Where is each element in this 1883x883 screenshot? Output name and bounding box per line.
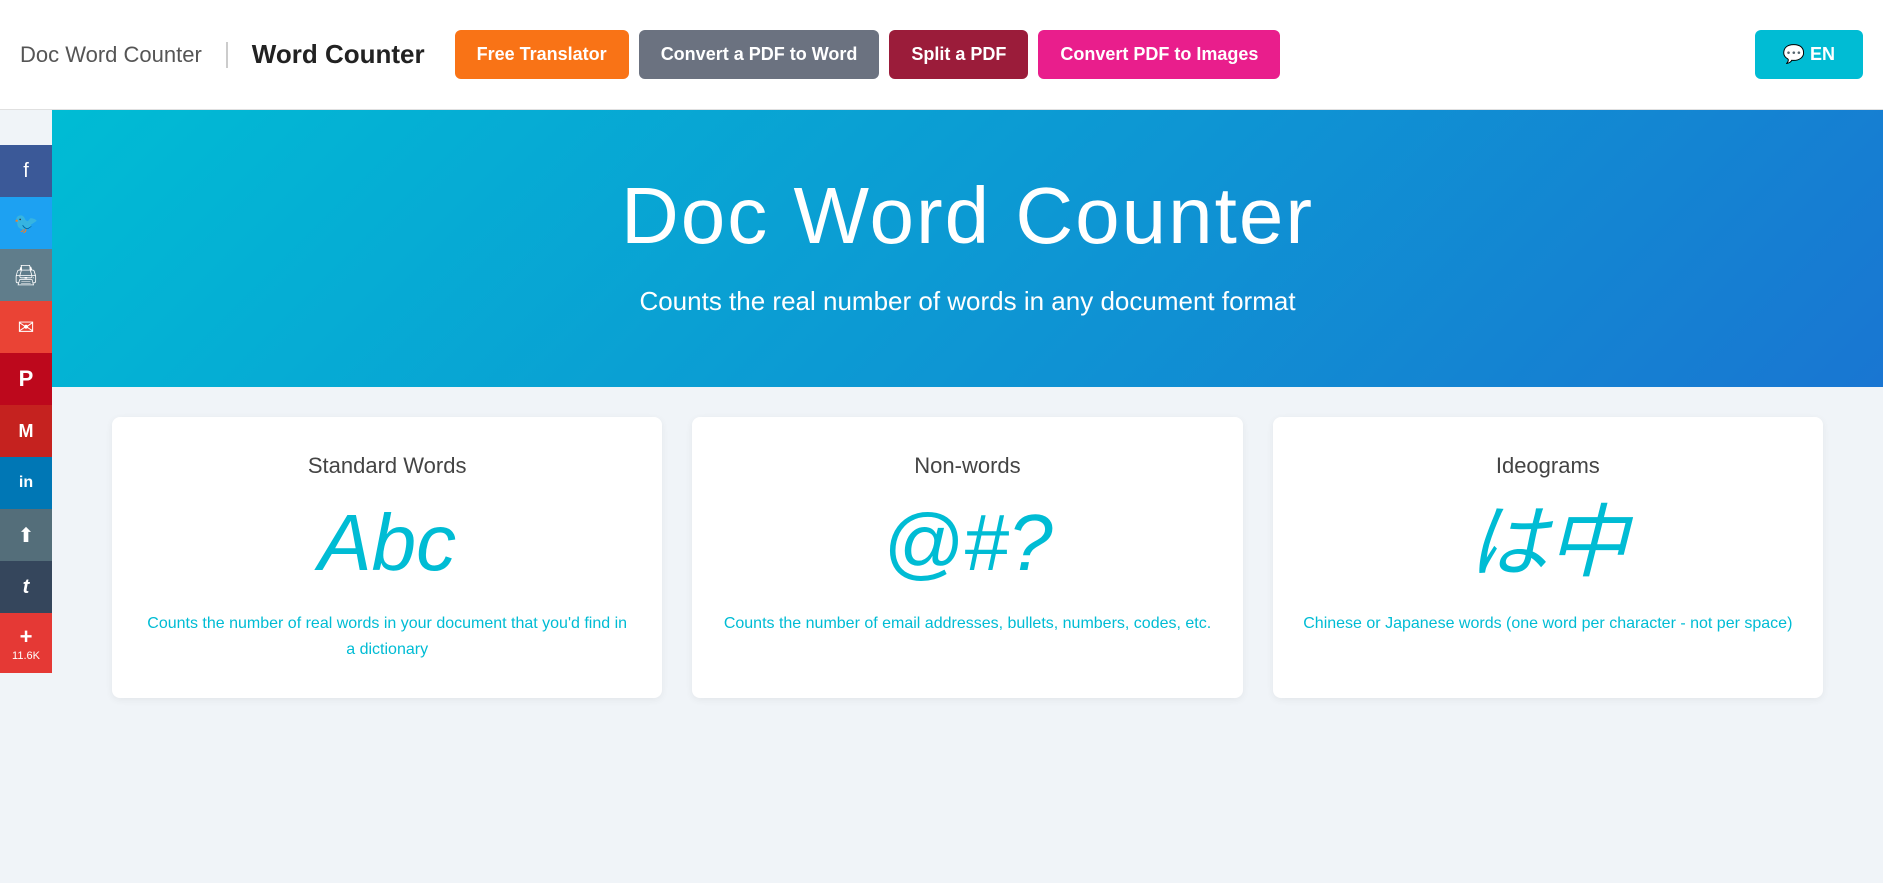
nav-doc-word-counter: Doc Word Counter bbox=[20, 42, 228, 68]
nav-word-counter: Word Counter bbox=[252, 39, 425, 70]
facebook-icon: f bbox=[23, 160, 29, 183]
share-count: 11.6K bbox=[12, 650, 40, 662]
share-button[interactable]: ⬆ bbox=[0, 509, 52, 561]
ideograms-title: Ideograms bbox=[1496, 453, 1600, 479]
email-button[interactable]: ✉ bbox=[0, 301, 52, 353]
hero-section: Doc Word Counter Counts the real number … bbox=[52, 110, 1883, 387]
non-words-desc: Counts the number of email addresses, bu… bbox=[724, 611, 1211, 637]
linkedin-button[interactable]: in bbox=[0, 457, 52, 509]
split-pdf-button[interactable]: Split a PDF bbox=[889, 30, 1028, 79]
standard-words-icon: Abc bbox=[318, 503, 456, 583]
standard-words-title: Standard Words bbox=[308, 453, 467, 479]
print-icon: 🖨 bbox=[13, 263, 38, 288]
convert-pdf-to-images-button[interactable]: Convert PDF to Images bbox=[1038, 30, 1280, 79]
cards-section: Standard Words Abc Counts the number of … bbox=[52, 387, 1883, 758]
ideograms-desc: Chinese or Japanese words (one word per … bbox=[1303, 611, 1792, 637]
tumblr-button[interactable]: t bbox=[0, 561, 52, 613]
convert-pdf-to-word-button[interactable]: Convert a PDF to Word bbox=[639, 30, 880, 79]
header: Doc Word Counter Word Counter Free Trans… bbox=[0, 0, 1883, 110]
twitter-icon: 🐦 bbox=[14, 211, 39, 236]
twitter-button[interactable]: 🐦 bbox=[0, 197, 52, 249]
standard-words-desc: Counts the number of real words in your … bbox=[142, 611, 632, 662]
gmail-button[interactable]: M bbox=[0, 405, 52, 457]
more-icon: + bbox=[20, 624, 33, 650]
tumblr-icon: t bbox=[23, 576, 30, 599]
standard-words-card: Standard Words Abc Counts the number of … bbox=[112, 417, 662, 698]
header-nav: Doc Word Counter Word Counter Free Trans… bbox=[20, 30, 1863, 79]
share-icon: ⬆ bbox=[18, 523, 35, 548]
language-button[interactable]: 💬 EN bbox=[1755, 30, 1863, 79]
facebook-button[interactable]: f bbox=[0, 145, 52, 197]
gmail-icon: M bbox=[19, 421, 34, 442]
non-words-title: Non-words bbox=[914, 453, 1020, 479]
print-button[interactable]: 🖨 bbox=[0, 249, 52, 301]
hero-subtitle: Counts the real number of words in any d… bbox=[72, 286, 1863, 317]
more-button[interactable]: + 11.6K bbox=[0, 613, 52, 673]
email-icon: ✉ bbox=[18, 315, 35, 340]
non-words-icon: @#? bbox=[882, 503, 1052, 583]
social-sidebar: f 🐦 🖨 ✉ P M in ⬆ t + 11.6K bbox=[0, 145, 52, 673]
linkedin-icon: in bbox=[19, 474, 33, 492]
pinterest-button[interactable]: P bbox=[0, 353, 52, 405]
non-words-card: Non-words @#? Counts the number of email… bbox=[692, 417, 1242, 698]
free-translator-button[interactable]: Free Translator bbox=[455, 30, 629, 79]
ideograms-icon: は中 bbox=[1468, 503, 1628, 583]
hero-title: Doc Word Counter bbox=[72, 170, 1863, 262]
pinterest-icon: P bbox=[19, 366, 34, 392]
ideograms-card: Ideograms は中 Chinese or Japanese words (… bbox=[1273, 417, 1823, 698]
